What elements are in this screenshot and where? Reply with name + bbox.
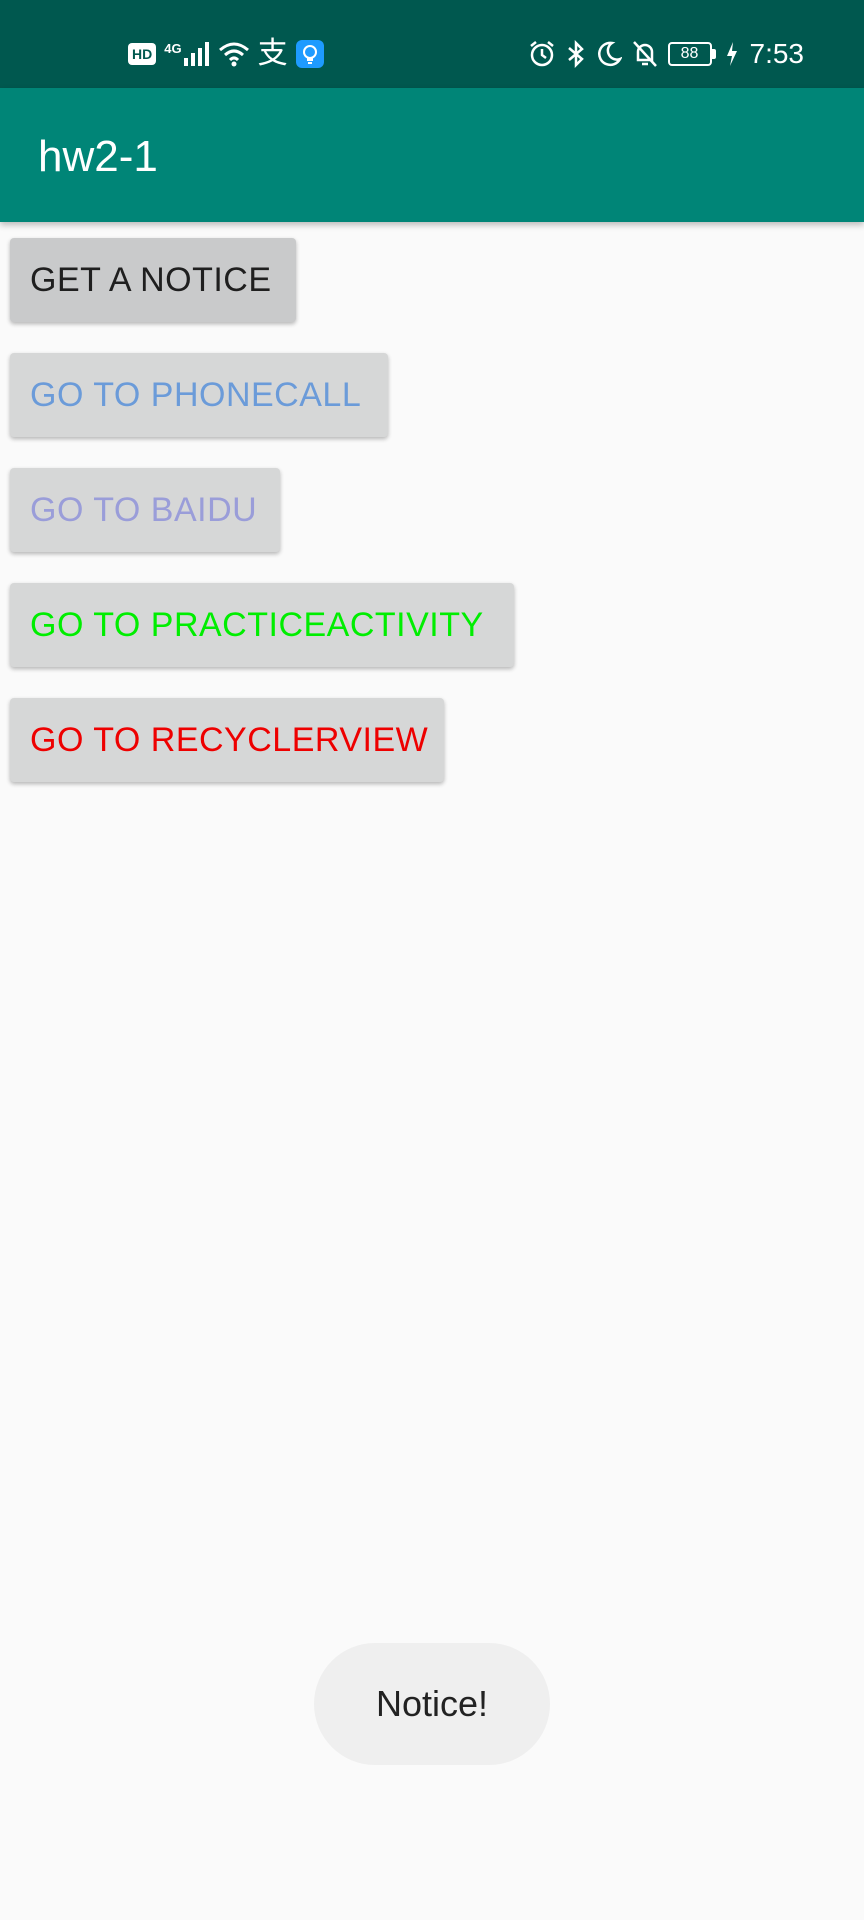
wifi-icon <box>218 42 249 67</box>
charging-icon <box>726 42 737 66</box>
battery-level: 88 <box>667 42 712 66</box>
battery-tip <box>711 49 716 59</box>
hd-icon: HD <box>128 43 157 65</box>
get-a-notice-button[interactable]: GET A NOTICE <box>10 238 296 322</box>
go-to-recyclerview-button[interactable]: GO TO RECYCLERVIEW <box>10 698 444 782</box>
lightbulb-app-icon <box>295 40 324 68</box>
signal-icon <box>183 42 209 66</box>
status-bar: HD 4G 支 88 7:53 <box>0 0 864 88</box>
go-to-practiceactivity-button[interactable]: GO TO PRACTICEACTIVITY <box>10 583 514 667</box>
bell-off-icon <box>632 41 657 67</box>
battery-icon: 88 <box>667 42 716 66</box>
status-bar-left: HD 4G 支 <box>128 36 324 72</box>
go-to-baidu-button[interactable]: GO TO BAIDU <box>10 468 280 552</box>
app-screen: HD 4G 支 88 7:53 hw2-1 GET A NOTICE GO TO… <box>0 0 864 1920</box>
app-bar: hw2-1 <box>0 88 864 222</box>
moon-icon <box>597 41 622 67</box>
toast-message: Notice! <box>314 1643 550 1765</box>
status-bar-right: 88 7:53 <box>528 36 805 72</box>
app-title: hw2-1 <box>38 132 158 181</box>
alipay-icon: 支 <box>257 36 288 71</box>
bluetooth-icon <box>567 40 584 68</box>
status-bar-time: 7:53 <box>749 38 805 69</box>
alarm-icon <box>529 41 554 67</box>
go-to-phonecall-button[interactable]: GO TO PHONECALL <box>10 353 388 437</box>
network-type-label: 4G <box>164 40 182 56</box>
